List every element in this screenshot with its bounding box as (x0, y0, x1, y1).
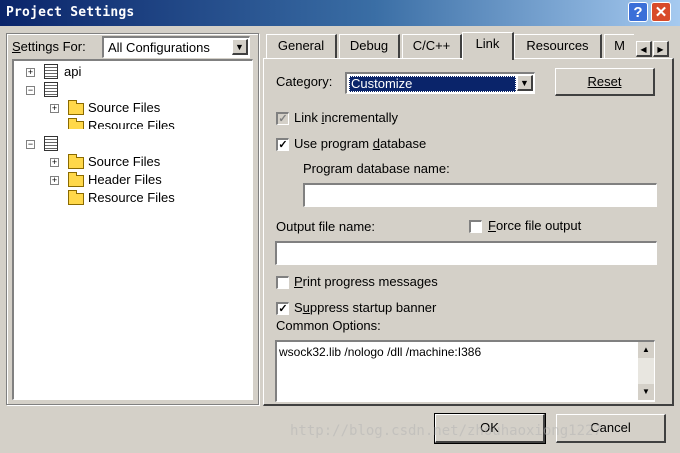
chevron-down-icon[interactable]: ▼ (638, 384, 654, 400)
tree-item-label: Source Files (88, 100, 161, 115)
tree-item-project[interactable]: − (14, 135, 244, 153)
tree-item-resource-files[interactable]: Resource Files (14, 189, 244, 207)
tree-item-label: Source Files (88, 154, 161, 169)
folder-icon (68, 118, 84, 129)
force-file-output-checkbox[interactable] (469, 220, 482, 233)
collapse-icon[interactable]: − (26, 86, 35, 95)
tree-item-api[interactable]: + api (14, 63, 244, 81)
common-options-textarea[interactable]: wsock32.lib /nologo /dll /machine:I386 ▲… (275, 340, 655, 402)
tab-debug[interactable]: Debug (339, 34, 400, 58)
tab-link[interactable]: Link (462, 32, 514, 60)
force-file-output-label: Force file output (488, 218, 582, 233)
use-program-database-label: Use program database (294, 136, 427, 151)
folder-icon (68, 154, 84, 169)
chevron-right-icon[interactable]: ▶ (653, 41, 669, 57)
configuration-select[interactable]: All Configurations ▼ (102, 36, 250, 58)
folder-icon (68, 100, 84, 115)
expand-icon[interactable]: + (50, 158, 59, 167)
suppress-banner-label: Suppress startup banner (294, 300, 437, 315)
watermark: http://blog.csdn.net/zhouhaoxiong1227 (290, 423, 602, 439)
chevron-down-icon[interactable]: ▼ (232, 39, 248, 55)
tree-item-label: Resource Files (88, 118, 175, 129)
tab-general[interactable]: General (266, 34, 337, 58)
output-file-name-label: Output file name: (276, 219, 375, 234)
expand-icon[interactable]: + (26, 68, 35, 77)
configuration-value: All Configurations (108, 40, 210, 55)
tab-c-cpp[interactable]: C/C++ (402, 34, 462, 58)
chevron-up-icon[interactable]: ▲ (638, 342, 654, 358)
tree-item-project[interactable]: − (14, 81, 244, 99)
tree-item-label: Resource Files (88, 190, 175, 205)
window-title: Project Settings (6, 5, 135, 20)
expand-icon[interactable]: + (50, 104, 59, 113)
tree-item-label: Header Files (88, 172, 162, 187)
folder-icon (68, 172, 84, 187)
options-scrollbar[interactable]: ▲ ▼ (638, 342, 654, 400)
tab-resources[interactable]: Resources (514, 34, 602, 58)
tree-item-label: api (64, 64, 82, 79)
tab-scroller: ◀ ▶ (636, 41, 670, 57)
use-program-database-checkbox[interactable]: ✓ (276, 138, 289, 151)
category-select[interactable]: Customize ▼ (345, 72, 535, 94)
project-icon (44, 64, 58, 79)
settings-for-label: Settings For: (12, 39, 86, 54)
tree-item-header-files[interactable]: + Header Files (14, 171, 244, 189)
link-incrementally-label: Link incrementally (294, 110, 399, 125)
chevron-left-icon[interactable]: ◀ (636, 41, 652, 57)
output-file-name-input[interactable] (275, 241, 657, 265)
tree-item-resource-files[interactable]: Resource Files (14, 117, 244, 129)
close-icon: ✕ (654, 4, 668, 21)
tab-more[interactable]: M (604, 34, 634, 58)
collapse-icon[interactable]: − (26, 140, 35, 149)
help-button[interactable]: ? (628, 2, 648, 22)
folder-icon (68, 190, 84, 205)
common-options-value: wsock32.lib /nologo /dll /machine:I386 (279, 345, 482, 359)
tree-item-source-files[interactable]: + Source Files (14, 153, 244, 171)
category-value: Customize (349, 76, 516, 92)
project-icon (44, 82, 58, 97)
expand-icon[interactable]: + (50, 176, 59, 185)
category-label: Category: (276, 74, 333, 89)
program-database-name-label: Program database name: (303, 161, 450, 176)
suppress-banner-checkbox[interactable]: ✓ (276, 302, 289, 315)
program-database-name-input[interactable] (303, 183, 657, 207)
project-tree[interactable]: + api − + Source Files Resource Files − … (12, 59, 253, 400)
common-options-label: Common Options: (276, 318, 381, 333)
project-icon (44, 136, 58, 151)
chevron-down-icon[interactable]: ▼ (517, 75, 533, 91)
print-progress-label: Print progress messages (294, 274, 438, 289)
tree-item-source-files[interactable]: + Source Files (14, 99, 244, 117)
print-progress-checkbox[interactable] (276, 276, 289, 289)
link-incrementally-checkbox[interactable]: ✓ (276, 112, 289, 125)
reset-button[interactable]: Reset (555, 68, 655, 96)
close-button[interactable]: ✕ (651, 2, 671, 22)
